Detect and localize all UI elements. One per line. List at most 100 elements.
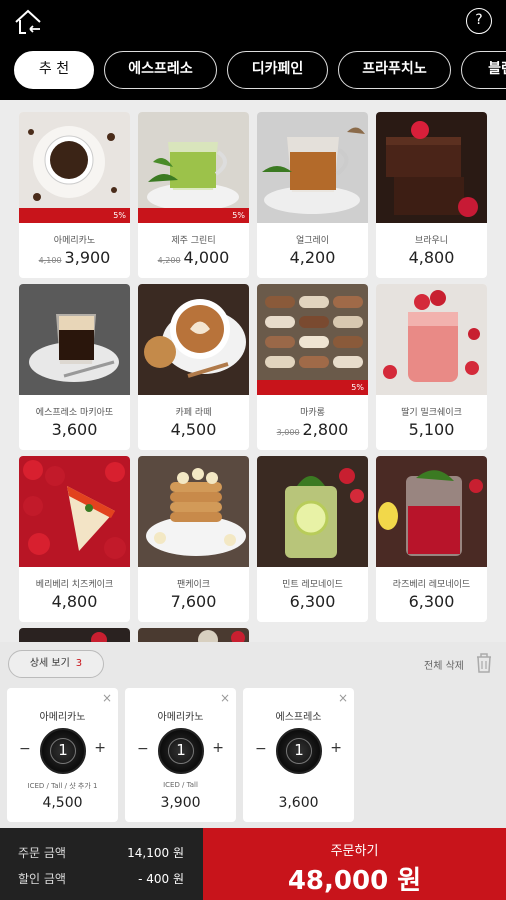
top-bar: ? 추 천 에스프레소 디카페인 프라푸치노 블렌	[0, 0, 506, 100]
menu-price: 5,100	[408, 420, 455, 439]
view-details-label: 상세 보기	[29, 658, 70, 669]
cart-item-price: 3,600	[278, 795, 319, 811]
remove-item-icon[interactable]: ×	[338, 691, 348, 705]
delete-all-button[interactable]: 전체 삭제	[424, 657, 464, 672]
help-button[interactable]: ?	[466, 8, 492, 34]
cart-item-price: 3,900	[160, 795, 201, 811]
quantity-dial: 1	[276, 728, 322, 774]
cart-item-name: 아메리카노	[157, 712, 204, 723]
quantity-value: 1	[168, 738, 194, 764]
green-tea-image	[138, 112, 249, 223]
menu-card[interactable]: 5% 마카롱 3,000 2,800	[257, 284, 368, 450]
menu-card[interactable]: 딸기 밀크쉐이크 5,100	[376, 284, 487, 450]
view-details-button[interactable]: 상세 보기 3	[8, 650, 104, 678]
menu-name: 민트 레모네이드	[282, 580, 343, 590]
menu-grid: 5% 아메리카노 4,100 3,900 5% 제주 그린티 4,200 4,000…	[19, 112, 491, 642]
menu-card[interactable]: 브라우니 4,800	[376, 112, 487, 278]
mint-lemonade-image	[257, 456, 368, 567]
espresso-macchiato-image	[19, 284, 130, 395]
remove-item-icon[interactable]: ×	[220, 691, 230, 705]
menu-card[interactable]: 라즈베리 레모네이드 6,300	[376, 456, 487, 622]
discount-value: - 400 원	[138, 872, 184, 886]
menu-card[interactable]: 팬케이크 7,600	[138, 456, 249, 622]
menu-price: 6,300	[289, 592, 336, 611]
brownie-image	[376, 112, 487, 223]
tab-decaf[interactable]: 디카페인	[227, 51, 328, 89]
order-button[interactable]: 주문하기 48,000 원	[203, 828, 506, 900]
original-price: 3,000	[276, 428, 300, 437]
menu-name: 베리베리 치즈케이크	[35, 580, 114, 590]
menu-item-image	[19, 628, 130, 642]
menu-name: 얼그레이	[295, 236, 330, 246]
menu-price: 7,600	[170, 592, 217, 611]
home-icon[interactable]	[12, 8, 44, 36]
menu-name: 딸기 밀크쉐이크	[401, 408, 462, 418]
order-summary: 주문 금액 14,100 원 할인 금액 - 400 원	[0, 828, 203, 900]
menu-price: 4,800	[408, 248, 455, 267]
menu-item-image	[138, 628, 249, 642]
original-price: 4,200	[157, 256, 181, 265]
increase-button[interactable]: +	[94, 740, 106, 756]
decrease-button[interactable]: −	[19, 741, 31, 757]
increase-button[interactable]: +	[212, 740, 224, 756]
menu-card[interactable]: 5% 아메리카노 4,100 3,900	[19, 112, 130, 278]
menu-card[interactable]: 민트 레모네이드 6,300	[257, 456, 368, 622]
decrease-button[interactable]: −	[255, 741, 267, 757]
cart-item: × 에스프레소 − 1 + 3,600	[243, 688, 354, 822]
menu-price: 6,300	[408, 592, 455, 611]
cart-item: × 아메리카노 − 1 + ICED / Tall 3,900	[125, 688, 236, 822]
cart-item-price: 4,500	[42, 795, 83, 811]
cafe-latte-image	[138, 284, 249, 395]
cart-item-name: 아메리카노	[39, 712, 86, 723]
tab-recommended[interactable]: 추 천	[14, 51, 94, 89]
cart-item-options: ICED / Tall / 샷 추가 1	[27, 782, 98, 790]
menu-price: 4,000	[183, 248, 230, 267]
menu-name: 브라우니	[414, 236, 449, 246]
menu-name: 팬케이크	[176, 580, 211, 590]
order-amount-value: 14,100 원	[127, 846, 184, 860]
increase-button[interactable]: +	[330, 740, 342, 756]
berry-cheesecake-image	[19, 456, 130, 567]
cart-item: × 아메리카노 − 1 + ICED / Tall / 샷 추가 1 4,500	[7, 688, 118, 822]
menu-card[interactable]: 5% 제주 그린티 4,200 4,000	[138, 112, 249, 278]
earl-grey-image	[257, 112, 368, 223]
menu-card[interactable]	[19, 628, 130, 642]
menu-price: 4,200	[289, 248, 336, 267]
menu-card[interactable]: 에스프레소 마키아또 3,600	[19, 284, 130, 450]
strawberry-milkshake-image	[376, 284, 487, 395]
footer: 주문 금액 14,100 원 할인 금액 - 400 원 주문하기 48,000…	[0, 828, 506, 900]
menu-card[interactable]: 카페 라떼 4,500	[138, 284, 249, 450]
sale-badge: 5%	[19, 208, 130, 223]
americano-image	[19, 112, 130, 223]
menu-card[interactable]: 베리베리 치즈케이크 4,800	[19, 456, 130, 622]
quantity-dial: 1	[40, 728, 86, 774]
cart-item-name: 에스프레소	[275, 712, 322, 723]
cart-item-options: ICED / Tall	[163, 781, 198, 789]
cart-count-badge: 3	[75, 658, 83, 669]
order-button-label: 주문하기	[330, 844, 379, 859]
tab-espresso[interactable]: 에스프레소	[104, 51, 217, 89]
menu-name: 라즈베리 레모네이드	[392, 580, 471, 590]
decrease-button[interactable]: −	[137, 741, 149, 757]
trash-icon[interactable]	[475, 652, 493, 674]
quantity-dial: 1	[158, 728, 204, 774]
menu-name: 아메리카노	[53, 236, 96, 246]
menu-price: 4,800	[51, 592, 98, 611]
quantity-value: 1	[286, 738, 312, 764]
menu-card[interactable]: 얼그레이 4,200	[257, 112, 368, 278]
tab-blend[interactable]: 블렌	[461, 51, 506, 89]
sale-badge: 5%	[138, 208, 249, 223]
macaron-image	[257, 284, 368, 395]
category-tabs: 추 천 에스프레소 디카페인 프라푸치노 블렌	[0, 51, 506, 89]
tab-frappuccino[interactable]: 프라푸치노	[338, 51, 451, 89]
menu-name: 마카롱	[300, 408, 325, 418]
discount-label: 할인 금액	[18, 872, 66, 886]
pancake-image	[138, 456, 249, 567]
menu-name: 에스프레소 마키아또	[35, 408, 114, 418]
menu-card[interactable]	[138, 628, 249, 642]
remove-item-icon[interactable]: ×	[102, 691, 112, 705]
cart-panel: 상세 보기 3 전체 삭제 × 아메리카노 − 1 + ICED / Tall /…	[0, 642, 506, 828]
order-total: 48,000 원	[287, 866, 422, 896]
raspberry-lemonade-image	[376, 456, 487, 567]
menu-name: 제주 그린티	[171, 236, 216, 246]
